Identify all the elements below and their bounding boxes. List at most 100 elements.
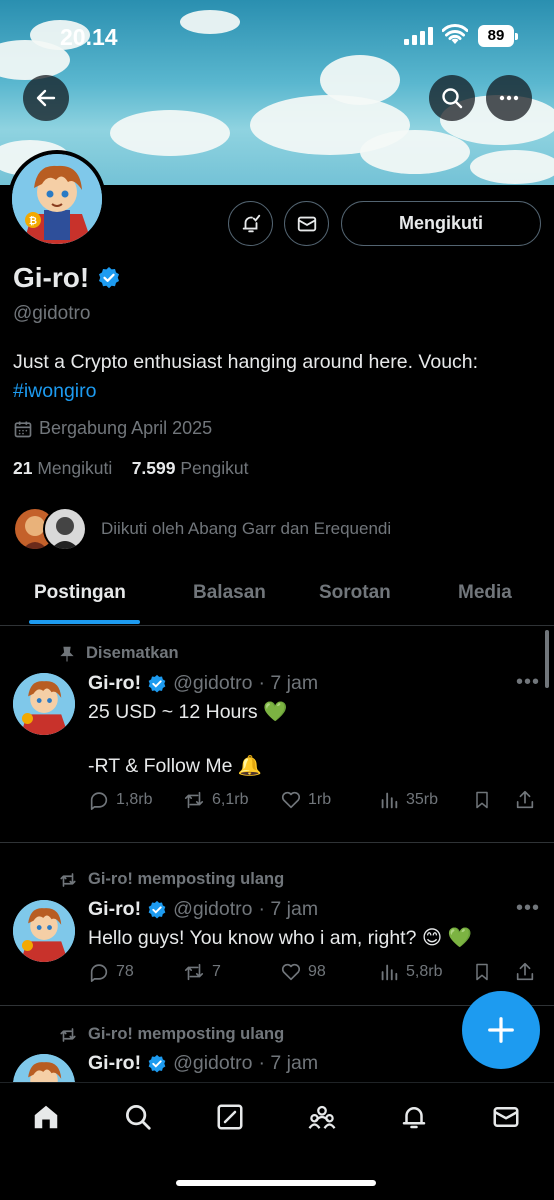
- followed-by[interactable]: Diikuti oleh Abang Garr dan Erequendi: [13, 506, 391, 552]
- repost-icon: [60, 1027, 76, 1042]
- tab-sorotan[interactable]: Sorotan: [319, 582, 391, 604]
- search-icon: [442, 88, 463, 109]
- post-more-button[interactable]: •••: [516, 897, 540, 920]
- post-meta-text: Gi-ro! memposting ulang: [88, 1025, 285, 1043]
- verified-badge-icon[interactable]: [97, 266, 121, 290]
- nav-search[interactable]: [122, 1101, 154, 1133]
- nav-home[interactable]: [30, 1101, 62, 1133]
- bookmark-icon: [476, 791, 488, 809]
- bookmark-button[interactable]: [472, 961, 492, 983]
- status-time: 20.14: [60, 24, 118, 50]
- more-horizontal-icon: [499, 95, 519, 101]
- followers-count: 7.599: [131, 458, 176, 478]
- repost-count: 7: [212, 963, 221, 980]
- avatar-image: ₿: [12, 154, 102, 244]
- active-tab-indicator: [29, 620, 140, 624]
- search-icon: [126, 1105, 151, 1130]
- like-count: 1rb: [308, 791, 332, 808]
- bio-hashtag-link[interactable]: #iwongiro: [13, 380, 96, 402]
- repost-count: 6,1rb: [212, 791, 249, 808]
- joined-date: Bergabung April 2025: [13, 418, 212, 439]
- like-count: 98: [308, 963, 326, 980]
- display-name-text: Gi-ro!: [13, 262, 90, 293]
- reply-count: 1,8rb: [116, 791, 153, 808]
- profile-avatar[interactable]: ₿: [8, 150, 106, 248]
- post-meta-text: Gi-ro! memposting ulang: [88, 870, 285, 888]
- post-text: Hello guys! You know who i am, right? 😊 …: [88, 927, 472, 949]
- tab-media[interactable]: Media: [458, 582, 512, 604]
- followers-link[interactable]: 7.599 Pengikut: [132, 458, 249, 478]
- compose-post-button[interactable]: [462, 991, 540, 1069]
- tab-balasan[interactable]: Balasan: [193, 582, 266, 604]
- post-time: · 7 jam: [258, 672, 319, 694]
- views-button[interactable]: 5,8rb: [378, 961, 442, 983]
- follow-counts: 21 Mengikuti 7.599 Pengikut: [13, 458, 248, 479]
- analytics-icon: [381, 964, 398, 981]
- search-button[interactable]: [429, 75, 475, 121]
- post-avatar[interactable]: [13, 1054, 75, 1082]
- status-bar: 20.14 89: [0, 0, 554, 70]
- arrow-left-icon: [36, 89, 56, 107]
- post-avatar[interactable]: [13, 900, 75, 962]
- following-link[interactable]: 21 Mengikuti: [13, 458, 112, 478]
- nav-messages[interactable]: [490, 1101, 522, 1133]
- like-button[interactable]: 98: [280, 961, 326, 983]
- like-button[interactable]: 1rb: [280, 789, 331, 811]
- bookmark-button[interactable]: [472, 789, 492, 811]
- reply-button[interactable]: 1,8rb: [88, 789, 152, 811]
- nav-notifications[interactable]: [398, 1101, 430, 1133]
- post-author-handle[interactable]: @gidotro: [173, 1052, 252, 1075]
- tab-postingan[interactable]: Postingan: [34, 582, 126, 604]
- post-author-name[interactable]: Gi-ro!: [88, 898, 141, 921]
- battery-icon: 89: [478, 25, 518, 47]
- views-count: 35rb: [406, 791, 439, 808]
- profile-handle: @gidotro: [13, 303, 91, 324]
- post-author-name[interactable]: Gi-ro!: [88, 1052, 141, 1075]
- post-author-handle[interactable]: @gidotro: [173, 898, 252, 921]
- post-author-handle[interactable]: @gidotro: [173, 672, 252, 695]
- reply-icon: [90, 964, 108, 982]
- message-button[interactable]: [284, 201, 329, 246]
- post-text: 25 USD ~ 12 Hours 💚 -RT & Follow Me 🔔: [88, 701, 288, 777]
- views-button[interactable]: 35rb: [378, 789, 438, 811]
- post[interactable]: Gi-ro! memposting ulang Gi-ro! @gidotro …: [0, 843, 554, 1005]
- messages-icon: [493, 1107, 519, 1127]
- repost-icon: [184, 791, 204, 809]
- post-header: Gi-ro! @gidotro · 7 jam: [88, 1052, 318, 1075]
- profile-display-name: Gi-ro!: [13, 262, 121, 294]
- notifications-button[interactable]: [228, 201, 273, 246]
- bell-check-icon: [242, 214, 260, 232]
- back-button[interactable]: [23, 75, 69, 121]
- home-indicator[interactable]: [176, 1180, 376, 1186]
- scrollbar[interactable]: [545, 630, 549, 688]
- more-options-button[interactable]: [486, 75, 532, 121]
- post-meta-text: Disematkan: [86, 644, 179, 662]
- repost-button[interactable]: 7: [182, 961, 221, 983]
- views-count: 5,8rb: [406, 963, 443, 980]
- nav-grok[interactable]: [214, 1101, 246, 1133]
- following-button[interactable]: Mengikuti: [341, 201, 541, 246]
- post-header: Gi-ro! @gidotro · 7 jam: [88, 898, 318, 921]
- heart-icon: [281, 791, 301, 809]
- verified-badge-icon: [148, 1054, 166, 1072]
- notifications-icon: [402, 1107, 426, 1129]
- reply-icon: [90, 792, 108, 810]
- share-button[interactable]: [514, 789, 536, 811]
- joined-text: Bergabung April 2025: [39, 418, 213, 438]
- verified-badge-icon: [148, 674, 166, 692]
- post-avatar[interactable]: [13, 673, 75, 735]
- followed-by-text: Diikuti oleh Abang Garr dan Erequendi: [101, 519, 392, 538]
- wifi-icon: [442, 24, 468, 44]
- post[interactable]: Disematkan Gi-ro! @gidotro · 7 jam ••• 2…: [0, 627, 554, 841]
- share-button[interactable]: [514, 961, 536, 983]
- reply-count: 78: [116, 963, 134, 980]
- cellular-signal-icon: [404, 27, 434, 45]
- post-repost-label: Gi-ro! memposting ulang: [58, 870, 284, 889]
- reply-button[interactable]: 78: [88, 961, 134, 983]
- nav-communities[interactable]: [306, 1101, 338, 1133]
- repost-button[interactable]: 6,1rb: [182, 789, 248, 811]
- analytics-icon: [381, 792, 398, 809]
- post-author-name[interactable]: Gi-ro!: [88, 672, 141, 695]
- post-more-button[interactable]: •••: [516, 671, 540, 694]
- post-time: · 7 jam: [258, 898, 319, 920]
